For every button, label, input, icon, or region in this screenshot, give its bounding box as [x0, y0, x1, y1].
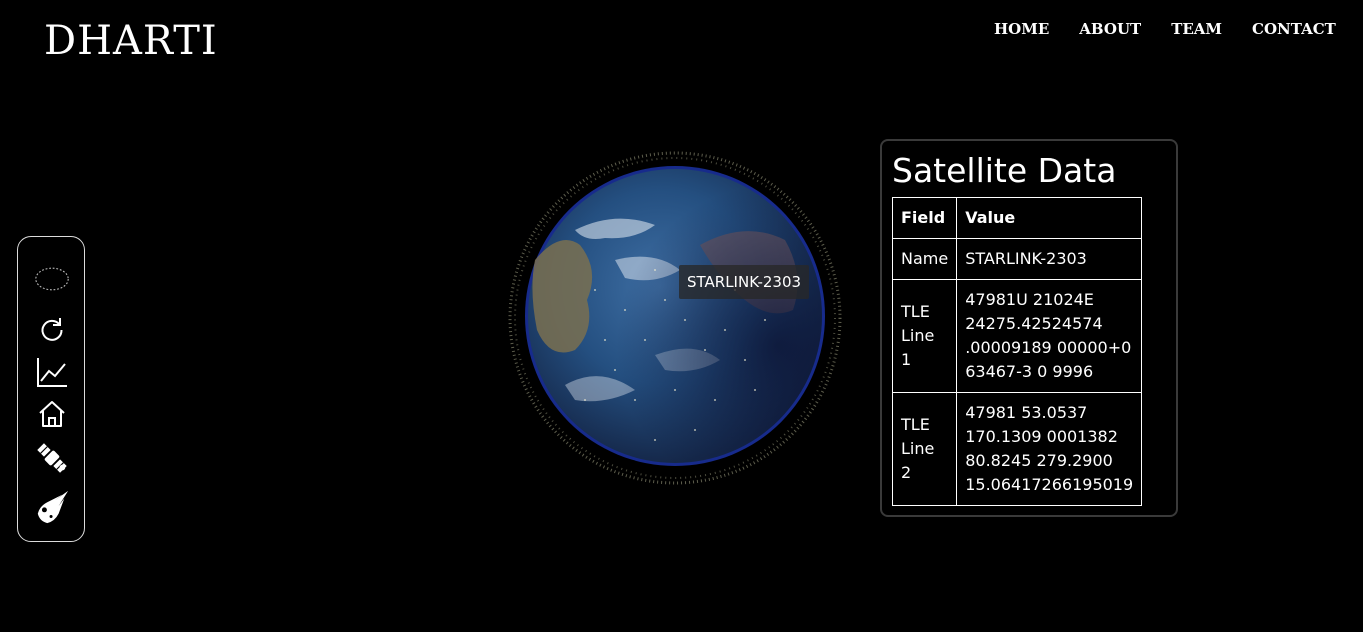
row-field: TLE Line 1 [891, 279, 958, 393]
logo[interactable]: DHARTI [44, 18, 218, 64]
row-value: STARLINK-2303 [956, 238, 1143, 280]
chart-icon[interactable] [34, 354, 70, 390]
nav-contact[interactable]: CONTACT [1252, 20, 1336, 38]
main-nav: HOME ABOUT TEAM CONTACT [994, 20, 1336, 38]
orbit-icon[interactable] [34, 261, 70, 297]
row-value: 47981 53.0537 170.1309 0001382 80.8245 2… [956, 392, 1143, 506]
row-field: TLE Line 2 [891, 392, 958, 506]
table-row: TLE Line 1 47981U 21024E 24275.42524574 … [891, 279, 1143, 393]
satellite-icon[interactable] [34, 440, 70, 476]
nav-team[interactable]: TEAM [1171, 20, 1222, 38]
satellite-tooltip: STARLINK-2303 [679, 265, 810, 299]
panel-title: Satellite Data [892, 151, 1117, 190]
nav-about[interactable]: ABOUT [1079, 20, 1141, 38]
refresh-icon[interactable] [34, 311, 70, 347]
table-row: Name STARLINK-2303 [891, 238, 1143, 280]
row-value: 47981U 21024E 24275.42524574 .00009189 0… [956, 279, 1143, 393]
header-field: Field [891, 197, 958, 239]
table-row: TLE Line 2 47981 53.0537 170.1309 000138… [891, 392, 1143, 506]
tool-sidebar [17, 236, 85, 542]
satellite-data-table: Field Value Name STARLINK-2303 TLE Line … [891, 197, 1143, 506]
table-header-row: Field Value [891, 197, 1143, 239]
earth-globe[interactable] [505, 150, 845, 490]
home-icon[interactable] [34, 396, 70, 432]
header-value: Value [956, 197, 1143, 239]
satellite-data-panel: Satellite Data Field Value Name STARLINK… [880, 139, 1178, 517]
comet-icon[interactable] [34, 489, 70, 525]
row-field: Name [891, 238, 958, 280]
nav-home[interactable]: HOME [994, 20, 1049, 38]
